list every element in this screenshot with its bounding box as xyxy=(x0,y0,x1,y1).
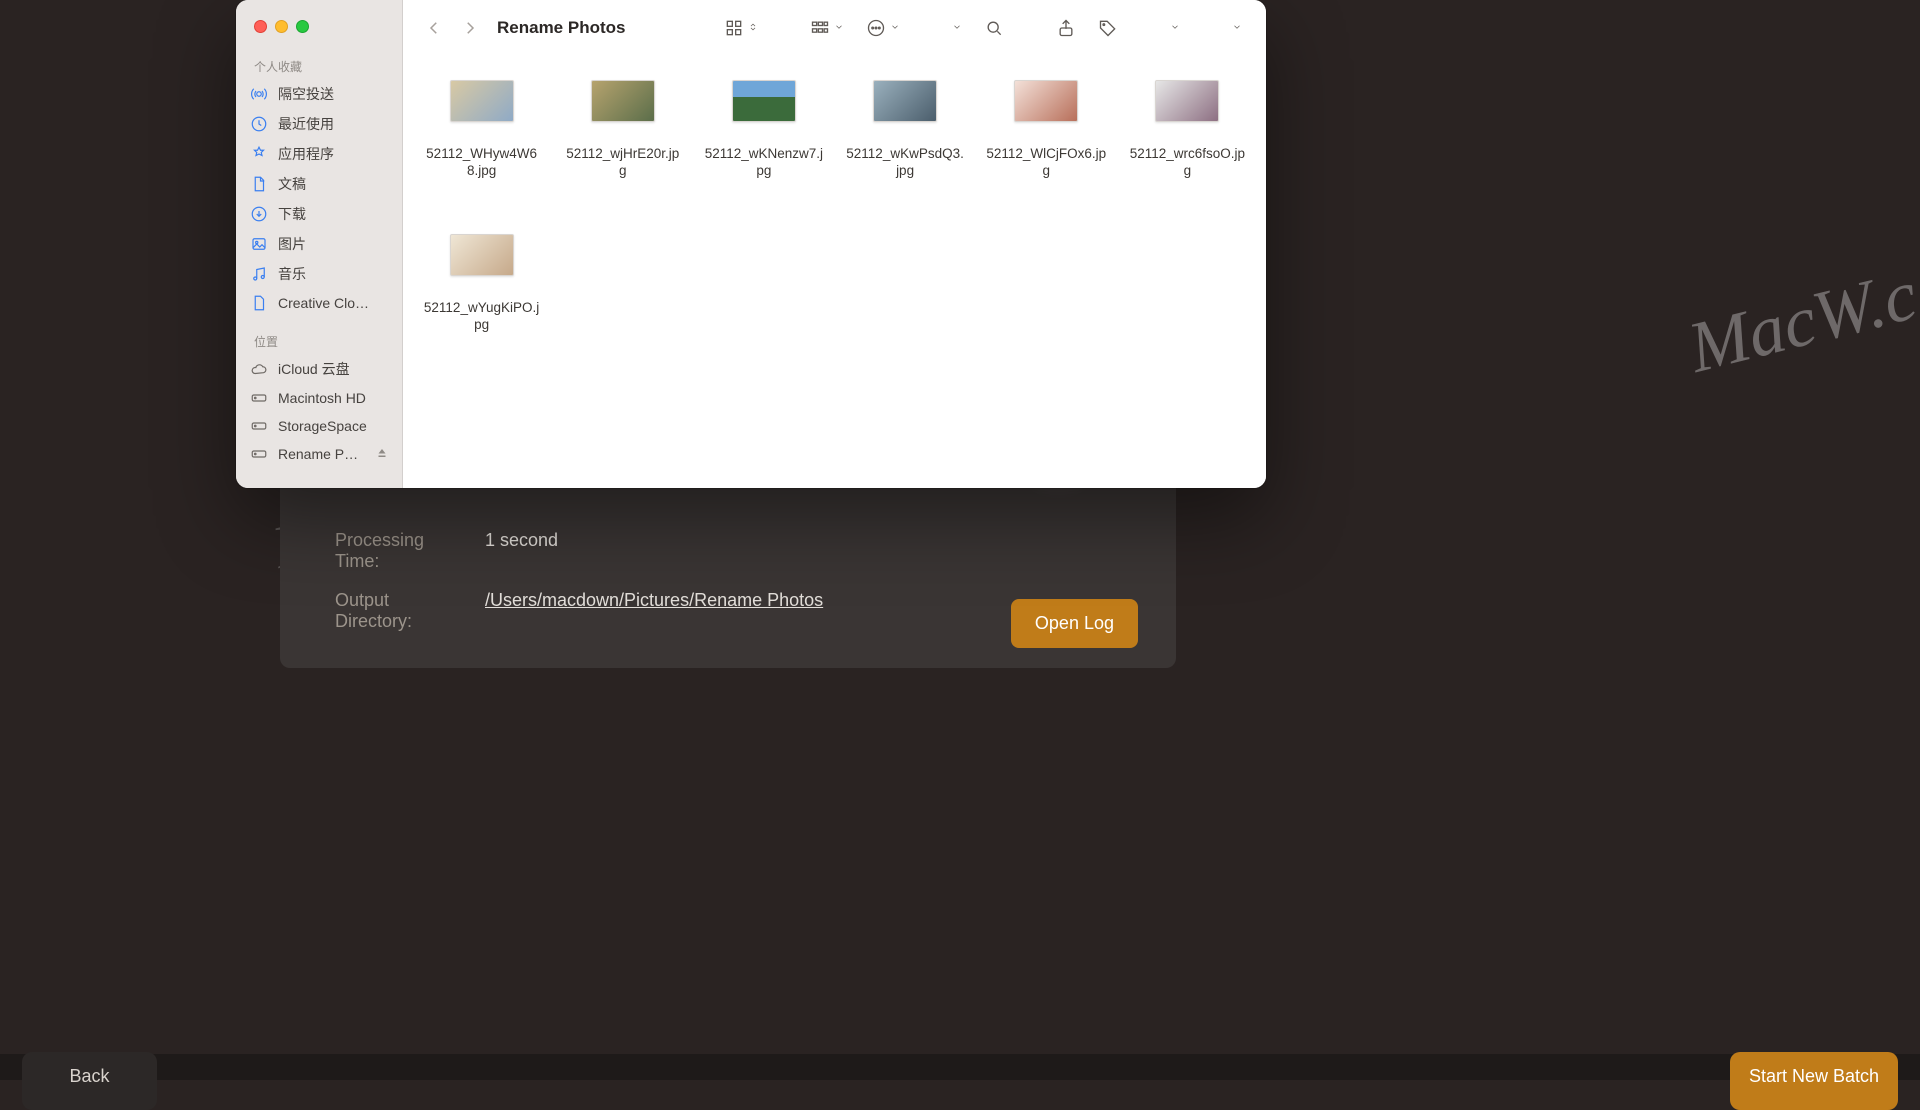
file-item[interactable]: 52112_wYugKiPO.jpg xyxy=(413,234,550,384)
file-thumbnail xyxy=(591,80,655,122)
finder-sidebar: 个人收藏 隔空投送 最近使用 应用程序 文稿 下载 图片 音乐 xyxy=(236,0,403,488)
sidebar-item-label: 下载 xyxy=(278,204,306,224)
file-name: 52112_wKwPsdQ3.jpg xyxy=(845,146,965,180)
toolbar-overflow-chevron-2[interactable] xyxy=(1162,13,1188,43)
tags-button[interactable] xyxy=(1090,13,1126,43)
minimize-icon[interactable] xyxy=(275,20,288,33)
file-item[interactable]: 52112_wjHrE20r.jpg xyxy=(554,80,691,230)
sidebar-item-documents[interactable]: 文稿 xyxy=(236,169,402,199)
finder-main: Rename Photos xyxy=(403,0,1266,488)
sidebar-section-favorites: 个人收藏 xyxy=(236,52,402,79)
sidebar-item-pictures[interactable]: 图片 xyxy=(236,229,402,259)
file-name: 52112_wrc6fsoO.jpg xyxy=(1127,146,1247,180)
sidebar-item-label: 最近使用 xyxy=(278,114,334,134)
file-item[interactable]: 52112_WHyw4W68.jpg xyxy=(413,80,550,230)
nav-back-button[interactable] xyxy=(419,13,449,43)
finder-title: Rename Photos xyxy=(497,18,625,38)
disk-icon xyxy=(250,389,268,407)
nav-forward-button[interactable] xyxy=(455,13,485,43)
chevron-down-icon xyxy=(1170,19,1180,37)
sidebar-item-label: 文稿 xyxy=(278,174,306,194)
cloud-icon xyxy=(250,360,268,378)
eject-icon[interactable] xyxy=(376,446,388,462)
airdrop-icon xyxy=(250,85,268,103)
finder-window: 个人收藏 隔空投送 最近使用 应用程序 文稿 下载 图片 音乐 xyxy=(236,0,1266,488)
chevron-down-icon xyxy=(1232,19,1242,37)
file-item[interactable]: 52112_WlCjFOx6.jpg xyxy=(978,80,1115,230)
sidebar-item-applications[interactable]: 应用程序 xyxy=(236,139,402,169)
footer-bar: Back Start New Batch xyxy=(0,1054,1920,1080)
action-menu-button[interactable] xyxy=(858,13,908,43)
sidebar-item-label: 隔空投送 xyxy=(278,84,334,104)
toolbar-overflow-chevron-3[interactable] xyxy=(1224,13,1250,43)
share-button[interactable] xyxy=(1048,13,1084,43)
sidebar-item-creative-cloud[interactable]: Creative Clo… xyxy=(236,289,402,317)
sidebar-item-label: Creative Clo… xyxy=(278,295,369,311)
sidebar-item-label: Macintosh HD xyxy=(278,390,366,406)
chevron-updown-icon xyxy=(748,19,758,37)
sidebar-item-airdrop[interactable]: 隔空投送 xyxy=(236,79,402,109)
output-directory-label: Output Directory: xyxy=(335,590,465,632)
pictures-icon xyxy=(250,235,268,253)
chevron-down-icon xyxy=(834,19,844,37)
file-name: 52112_wjHrE20r.jpg xyxy=(563,146,683,180)
toolbar-overflow-chevron[interactable] xyxy=(944,13,970,43)
chevron-down-icon xyxy=(890,19,900,37)
sidebar-item-recents[interactable]: 最近使用 xyxy=(236,109,402,139)
sidebar-item-downloads[interactable]: 下载 xyxy=(236,199,402,229)
sidebar-item-music[interactable]: 音乐 xyxy=(236,259,402,289)
file-thumbnail xyxy=(873,80,937,122)
file-thumbnail xyxy=(450,234,514,276)
processing-time-label: Processing Time: xyxy=(335,530,465,572)
sidebar-item-storagespace[interactable]: StorageSpace xyxy=(236,412,402,440)
file-thumbnail xyxy=(1155,80,1219,122)
file-item[interactable]: 52112_wrc6fsoO.jpg xyxy=(1119,80,1256,230)
file-grid: 52112_WHyw4W68.jpg 52112_wjHrE20r.jpg 5211… xyxy=(403,56,1266,488)
processing-time-value: 1 second xyxy=(485,530,558,572)
back-button[interactable]: Back xyxy=(22,1052,157,1110)
documents-icon xyxy=(250,175,268,193)
sidebar-item-label: 图片 xyxy=(278,234,306,254)
file-name: 52112_wKNenzw7.jpg xyxy=(704,146,824,180)
view-mode-button[interactable] xyxy=(716,13,766,43)
sidebar-item-label: 应用程序 xyxy=(278,144,334,164)
file-item[interactable]: 52112_wKwPsdQ3.jpg xyxy=(837,80,974,230)
sidebar-item-label: Rename P… xyxy=(278,446,358,462)
sidebar-section-locations: 位置 xyxy=(236,327,402,354)
watermark: MacW.c xyxy=(1680,253,1920,389)
output-directory-link[interactable]: /Users/macdown/Pictures/Rename Photos xyxy=(485,590,823,632)
file-name: 52112_WHyw4W68.jpg xyxy=(422,146,542,180)
file-thumbnail xyxy=(450,80,514,122)
sidebar-item-macintosh-hd[interactable]: Macintosh HD xyxy=(236,384,402,412)
sidebar-item-rename-photos-disk[interactable]: Rename P… xyxy=(236,440,402,468)
file-thumbnail xyxy=(732,80,796,122)
file-item[interactable]: 52112_wKNenzw7.jpg xyxy=(695,80,832,230)
sidebar-item-icloud[interactable]: iCloud 云盘 xyxy=(236,354,402,384)
file-thumbnail xyxy=(1014,80,1078,122)
open-log-button[interactable]: Open Log xyxy=(1011,599,1138,648)
file-icon xyxy=(250,294,268,312)
chevron-down-icon xyxy=(952,19,962,37)
applications-icon xyxy=(250,145,268,163)
recents-icon xyxy=(250,115,268,133)
sidebar-item-label: StorageSpace xyxy=(278,418,367,434)
file-name: 52112_wYugKiPO.jpg xyxy=(422,300,542,334)
group-by-button[interactable] xyxy=(802,13,852,43)
finder-toolbar: Rename Photos xyxy=(403,0,1266,56)
window-controls xyxy=(254,20,309,33)
search-button[interactable] xyxy=(976,13,1012,43)
sidebar-item-label: 音乐 xyxy=(278,264,306,284)
downloads-icon xyxy=(250,205,268,223)
disk-icon xyxy=(250,445,268,463)
close-icon[interactable] xyxy=(254,20,267,33)
music-icon xyxy=(250,265,268,283)
maximize-icon[interactable] xyxy=(296,20,309,33)
file-name: 52112_WlCjFOx6.jpg xyxy=(986,146,1106,180)
sidebar-item-label: iCloud 云盘 xyxy=(278,359,350,379)
disk-icon xyxy=(250,417,268,435)
start-new-batch-button[interactable]: Start New Batch xyxy=(1730,1052,1898,1110)
